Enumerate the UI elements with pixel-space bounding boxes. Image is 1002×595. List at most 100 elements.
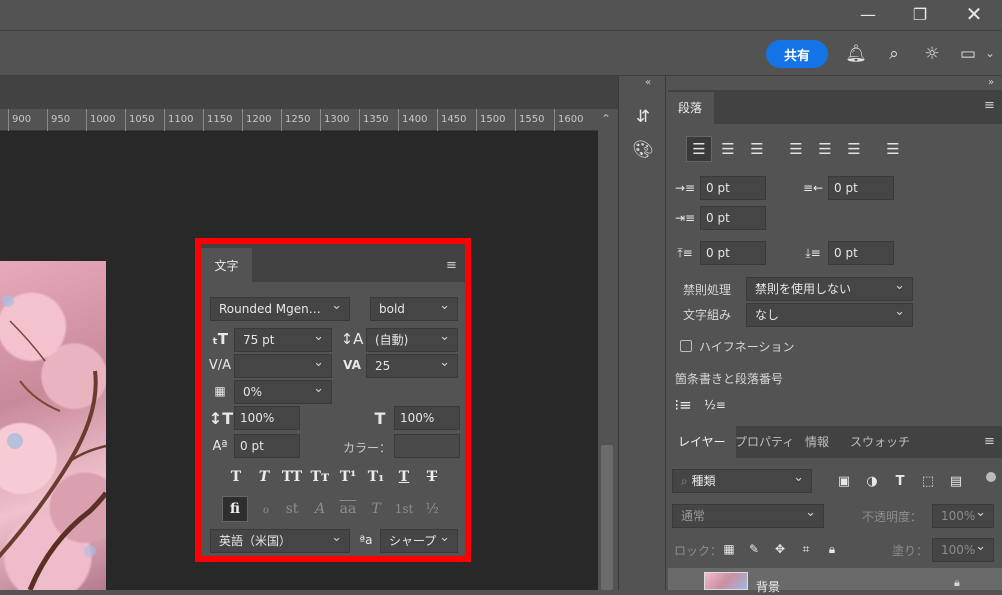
palette-icon[interactable]: 🎨︎: [630, 137, 656, 163]
collapse-icon[interactable]: «: [645, 77, 651, 88]
lock-artboard-icon[interactable]: ⌗: [797, 540, 815, 558]
baseline-shift-field[interactable]: 0 pt: [234, 434, 300, 458]
justify-left-button[interactable]: ☰: [783, 136, 809, 162]
shape-filter-icon[interactable]: ⬚: [918, 470, 938, 492]
underline-button[interactable]: T: [392, 466, 416, 488]
align-center-button[interactable]: ☰: [715, 136, 741, 162]
lock-all-icon[interactable]: 🔒︎: [823, 540, 841, 558]
tracking-icon: VA: [343, 358, 361, 372]
faux-italic-button[interactable]: T: [252, 466, 276, 488]
superscript-button[interactable]: T¹: [336, 466, 360, 488]
small-caps-button[interactable]: Tт: [308, 466, 332, 488]
ruler-tick: 1300: [320, 109, 349, 131]
ruler-tick: 1600: [554, 109, 583, 131]
align-left-button[interactable]: ☰: [686, 136, 712, 162]
baseline-shift-value: 0 pt: [240, 439, 264, 453]
justify-all-button[interactable]: ☰: [880, 136, 906, 162]
lock-pixels-icon[interactable]: ✎: [745, 540, 763, 558]
scrollbar-thumb[interactable]: [601, 445, 613, 590]
tracking-select[interactable]: 25: [366, 352, 458, 378]
filter-toggle-icon[interactable]: [986, 472, 996, 482]
discretionary-ligature-button[interactable]: st: [280, 498, 304, 520]
leading-select[interactable]: (自動): [366, 326, 458, 352]
bell-icon[interactable]: 🔔︎: [842, 40, 870, 68]
adjustment-filter-icon[interactable]: ◑: [862, 470, 882, 492]
kinsoku-select[interactable]: 禁則を使用しない: [746, 275, 913, 301]
ordinals-button[interactable]: 1st: [392, 498, 416, 520]
subscript-button[interactable]: T₁: [364, 466, 388, 488]
space-after-field[interactable]: 0 pt: [828, 241, 894, 265]
blend-mode-select[interactable]: 通常: [672, 502, 824, 528]
opacity-field[interactable]: 100%: [932, 502, 994, 528]
lock-position-icon[interactable]: ✥: [771, 540, 789, 558]
numbered-list-icon[interactable]: ½≡: [704, 395, 726, 415]
tab-properties[interactable]: プロパティ: [725, 426, 804, 458]
antialias-select[interactable]: シャープ: [380, 527, 458, 553]
font-family-value: Rounded Mgen…: [219, 302, 321, 316]
mojikumi-label: 文字組み: [683, 308, 732, 322]
language-select[interactable]: 英語（米国）: [210, 527, 350, 553]
expand-icon[interactable]: »: [988, 77, 994, 88]
indent-right-field[interactable]: 0 pt: [828, 176, 894, 200]
close-icon[interactable]: ✕: [952, 0, 996, 28]
layer-filter-select[interactable]: ⌕ 種類: [672, 467, 812, 493]
opacity-value: 100%: [941, 509, 976, 523]
cherry-blossom-image[interactable]: [0, 261, 106, 590]
alternate-button[interactable]: ℴ: [254, 498, 278, 520]
ligature-button[interactable]: fi: [222, 496, 248, 522]
panel-menu-icon[interactable]: ≡: [984, 98, 995, 113]
horizontal-scale-field[interactable]: 100%: [394, 406, 460, 430]
tab-info[interactable]: 情報: [795, 426, 839, 458]
kerning-select[interactable]: [234, 352, 332, 378]
panel-menu-icon[interactable]: ≡: [984, 434, 995, 449]
mojikumi-select[interactable]: なし: [746, 301, 913, 327]
fractions-button[interactable]: ½: [420, 498, 444, 520]
indent-first-line-field[interactable]: 0 pt: [700, 206, 766, 230]
space-before-field[interactable]: 0 pt: [700, 241, 766, 265]
font-size-select[interactable]: 75 pt: [234, 326, 332, 352]
minimize-icon[interactable]: —: [846, 0, 890, 28]
type-filter-icon[interactable]: T: [890, 470, 910, 492]
lightbulb-icon[interactable]: ☼: [918, 40, 946, 68]
indent-left-field[interactable]: 0 pt: [700, 176, 766, 200]
pixel-filter-icon[interactable]: ▣: [834, 470, 854, 492]
smart-object-filter-icon[interactable]: ▤: [946, 470, 966, 492]
vertical-scale-field[interactable]: 100%: [234, 406, 300, 430]
lock-icon: 🔒︎: [954, 576, 960, 589]
color-swatch[interactable]: [394, 434, 460, 458]
paragraph-panel-icon[interactable]: ⇵: [630, 104, 656, 130]
leading-icon: ↕A: [340, 330, 364, 348]
font-family-select[interactable]: Rounded Mgen…: [210, 295, 350, 321]
font-style-select[interactable]: bold: [370, 295, 458, 321]
strikethrough-button[interactable]: T: [420, 466, 444, 488]
hyphenation-label: ハイフネーション: [699, 340, 795, 354]
tsume-select[interactable]: 0%: [234, 378, 332, 404]
vertical-scale-icon: ↕T: [208, 408, 234, 428]
share-button[interactable]: 共有: [766, 40, 828, 68]
fill-field[interactable]: 100%: [932, 536, 994, 562]
swash-button[interactable]: A: [308, 498, 332, 520]
faux-bold-button[interactable]: T: [224, 466, 248, 488]
all-caps-button[interactable]: TT: [280, 466, 304, 488]
horizontal-ruler: 900 950 1000 1050 1100 1150 1200 1250 13…: [0, 109, 598, 131]
tab-swatches[interactable]: スウォッチ: [840, 426, 920, 458]
scroll-up-icon[interactable]: ⌃: [601, 112, 611, 126]
justify-center-button[interactable]: ☰: [812, 136, 838, 162]
stylistic-alternates-button[interactable]: aa: [336, 498, 360, 520]
bulleted-list-icon[interactable]: ⁝≡: [672, 395, 694, 415]
kerning-icon: V/A: [208, 357, 232, 373]
panel-menu-icon[interactable]: ≡: [446, 258, 457, 273]
color-label: カラー：: [343, 441, 392, 455]
align-right-button[interactable]: ☰: [744, 136, 770, 162]
tab-paragraph[interactable]: 段落: [668, 92, 714, 124]
lock-transparency-icon[interactable]: ▦: [720, 540, 738, 558]
indent-left-icon: →≡: [674, 181, 696, 195]
hyphenation-checkbox[interactable]: [680, 340, 692, 352]
titling-alternates-button[interactable]: T: [364, 498, 388, 520]
search-icon[interactable]: ⌕: [880, 40, 908, 68]
justify-right-button[interactable]: ☰: [841, 136, 867, 162]
tab-character[interactable]: 文字: [201, 248, 252, 282]
workspace-icon[interactable]: ▭: [954, 40, 982, 68]
chevron-down-icon[interactable]: ⌄: [985, 46, 995, 60]
restore-icon[interactable]: ❐: [898, 0, 942, 28]
